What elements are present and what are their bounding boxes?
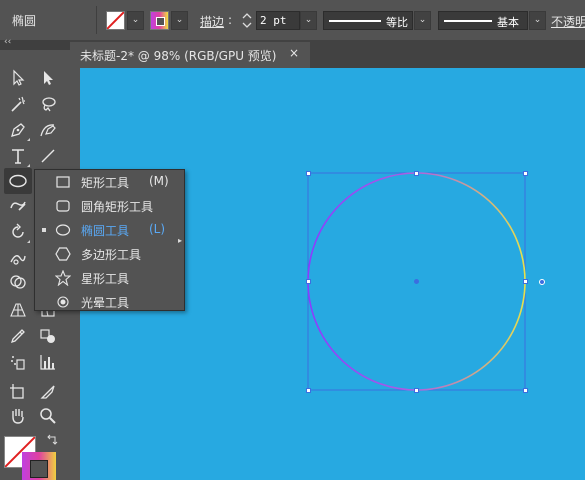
star-tool-item[interactable]: 星形工具 [35,266,180,290]
tool-group-indicator [27,138,30,141]
rounded-rectangle-tool-item[interactable]: 圆角矩形工具 [35,194,180,218]
control-bar: 椭圆 ⌄ ⌄ 描边 : 2 pt ⌄ 等比 ⌄ 基本 ⌄ 不透明 [0,0,585,41]
selection-type-label: 椭圆 [12,14,37,28]
flyout-item-shortcut: (L) [149,222,166,236]
rounded-rectangle-icon [56,200,70,212]
polygon-icon [55,247,71,261]
width-tool[interactable] [6,246,30,270]
tools-panel-header[interactable]: ‹‹ [0,37,70,50]
flare-tool-item[interactable]: 光晕工具 [35,290,180,314]
rectangle-icon [56,176,70,188]
tearoff-icon[interactable]: ▸ [178,236,182,245]
fill-dropdown-button[interactable]: ⌄ [127,11,144,30]
center-point [414,279,419,284]
shaper-tool[interactable] [6,194,30,218]
flyout-item-label: 矩形工具 [81,176,130,190]
opacity-label[interactable]: 不透明 [551,13,585,30]
active-indicator [42,228,46,232]
flyout-item-label: 椭圆工具 [81,224,130,238]
flyout-item-label: 多边形工具 [81,248,142,262]
perspective-grid-tool[interactable] [6,298,30,322]
width-profile-label: 等比 [386,16,408,29]
pie-widget-handle[interactable] [539,279,545,285]
flyout-item-label: 圆角矩形工具 [81,200,154,214]
ellipse-tool-item[interactable]: 椭圆工具 (L) [35,218,180,242]
curvature-tool[interactable] [36,118,60,142]
shape-builder-tool[interactable] [6,270,30,294]
document-tab-title[interactable]: 未标题-2* @ 98% (RGB/GPU 预览) [80,47,277,64]
close-tab-icon[interactable]: × [289,46,299,60]
brush-field[interactable]: 基本 [438,11,528,30]
lasso-tool[interactable] [36,92,60,116]
flyout-item-shortcut: (M) [149,174,169,188]
collapse-icon[interactable]: ‹‹ [4,37,11,47]
flyout-item-label: 星形工具 [81,272,130,286]
magic-wand-tool[interactable] [6,92,30,116]
eyedropper-tool[interactable] [6,324,30,348]
handle-middle-right[interactable] [523,279,528,284]
handle-top-left[interactable] [306,171,311,176]
tool-group-indicator [27,240,30,243]
stroke-dropdown-button[interactable]: ⌄ [171,11,188,30]
handle-top-center[interactable] [414,171,419,176]
width-profile-field[interactable]: 等比 [323,11,413,30]
line-segment-tool[interactable] [36,144,60,168]
fill-swatch[interactable] [106,11,125,30]
ellipse-tool[interactable] [4,168,32,194]
polygon-tool-item[interactable]: 多边形工具 [35,242,180,266]
rectangle-tool-item[interactable]: 矩形工具 (M) [35,170,180,194]
flyout-item-label: 光晕工具 [81,296,130,310]
column-graph-tool[interactable] [36,350,60,374]
handle-bottom-left[interactable] [306,388,311,393]
stroke-color-swatch[interactable] [22,452,56,480]
stroke-colon: : [228,13,233,27]
blend-tool[interactable] [36,324,60,348]
shape-tools-flyout: 矩形工具 (M) 圆角矩形工具 椭圆工具 (L) 多边形工具 星形工具 光晕工具… [34,169,185,311]
tool-group-indicator [27,164,30,167]
ellipse-icon [55,224,71,236]
symbol-sprayer-tool[interactable] [6,350,30,374]
star-icon [55,270,71,286]
stroke-weight-stepper[interactable] [240,11,254,30]
swap-colors-icon[interactable] [46,434,58,446]
handle-top-right[interactable] [523,171,528,176]
stroke-weight-value: 2 pt [260,14,287,27]
ellipse-artwork[interactable] [300,166,560,398]
handle-bottom-center[interactable] [414,388,419,393]
direct-selection-tool[interactable] [36,66,60,90]
zoom-tool[interactable] [36,404,60,428]
handle-middle-left[interactable] [306,279,311,284]
stroke-weight-dropdown[interactable]: ⌄ [300,11,317,30]
handle-bottom-right[interactable] [523,388,528,393]
hand-tool[interactable] [6,404,30,428]
stroke-weight-input[interactable]: 2 pt [256,11,300,30]
slice-tool[interactable] [36,380,60,404]
flare-icon [57,296,69,308]
width-profile-dropdown[interactable]: ⌄ [414,11,431,30]
brush-dropdown[interactable]: ⌄ [529,11,546,30]
stroke-label[interactable]: 描边 [200,13,224,30]
artboard-tool[interactable] [6,380,30,404]
brush-label: 基本 [497,16,519,29]
stroke-swatch[interactable] [150,11,169,30]
separator [96,6,97,34]
selection-tool[interactable] [6,66,30,90]
